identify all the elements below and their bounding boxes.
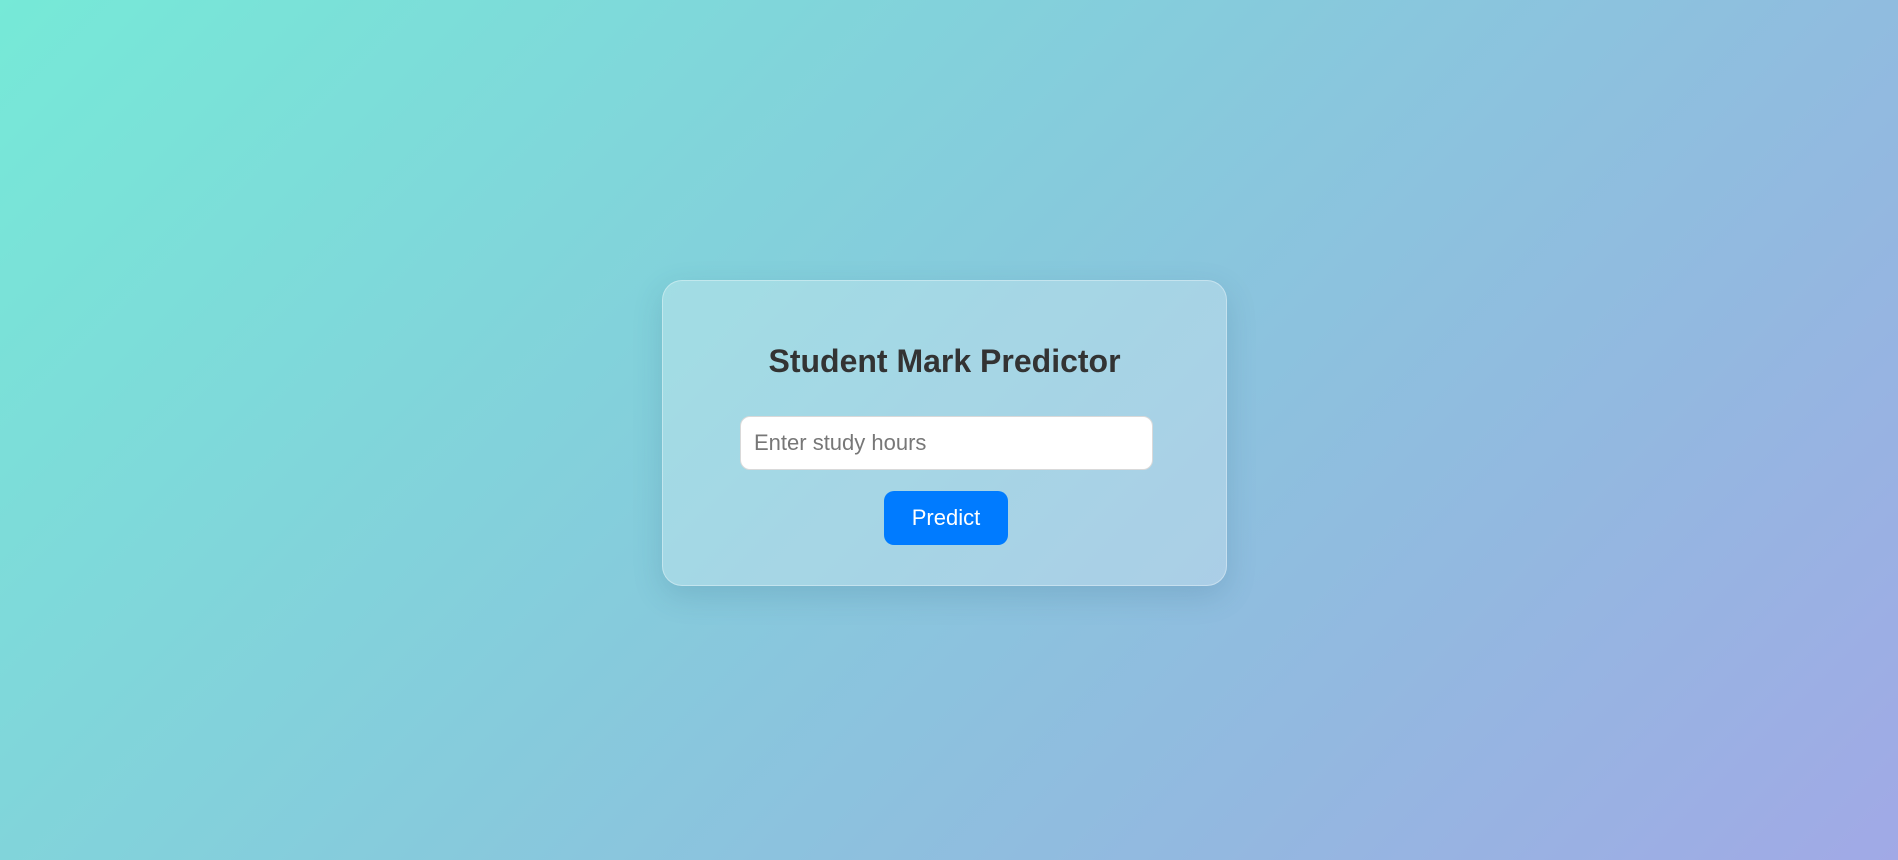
- study-hours-input[interactable]: [740, 416, 1153, 470]
- page-title: Student Mark Predictor: [768, 343, 1121, 379]
- predict-button[interactable]: Predict: [884, 491, 1008, 545]
- predictor-card: Student Mark Predictor Predict: [662, 280, 1227, 586]
